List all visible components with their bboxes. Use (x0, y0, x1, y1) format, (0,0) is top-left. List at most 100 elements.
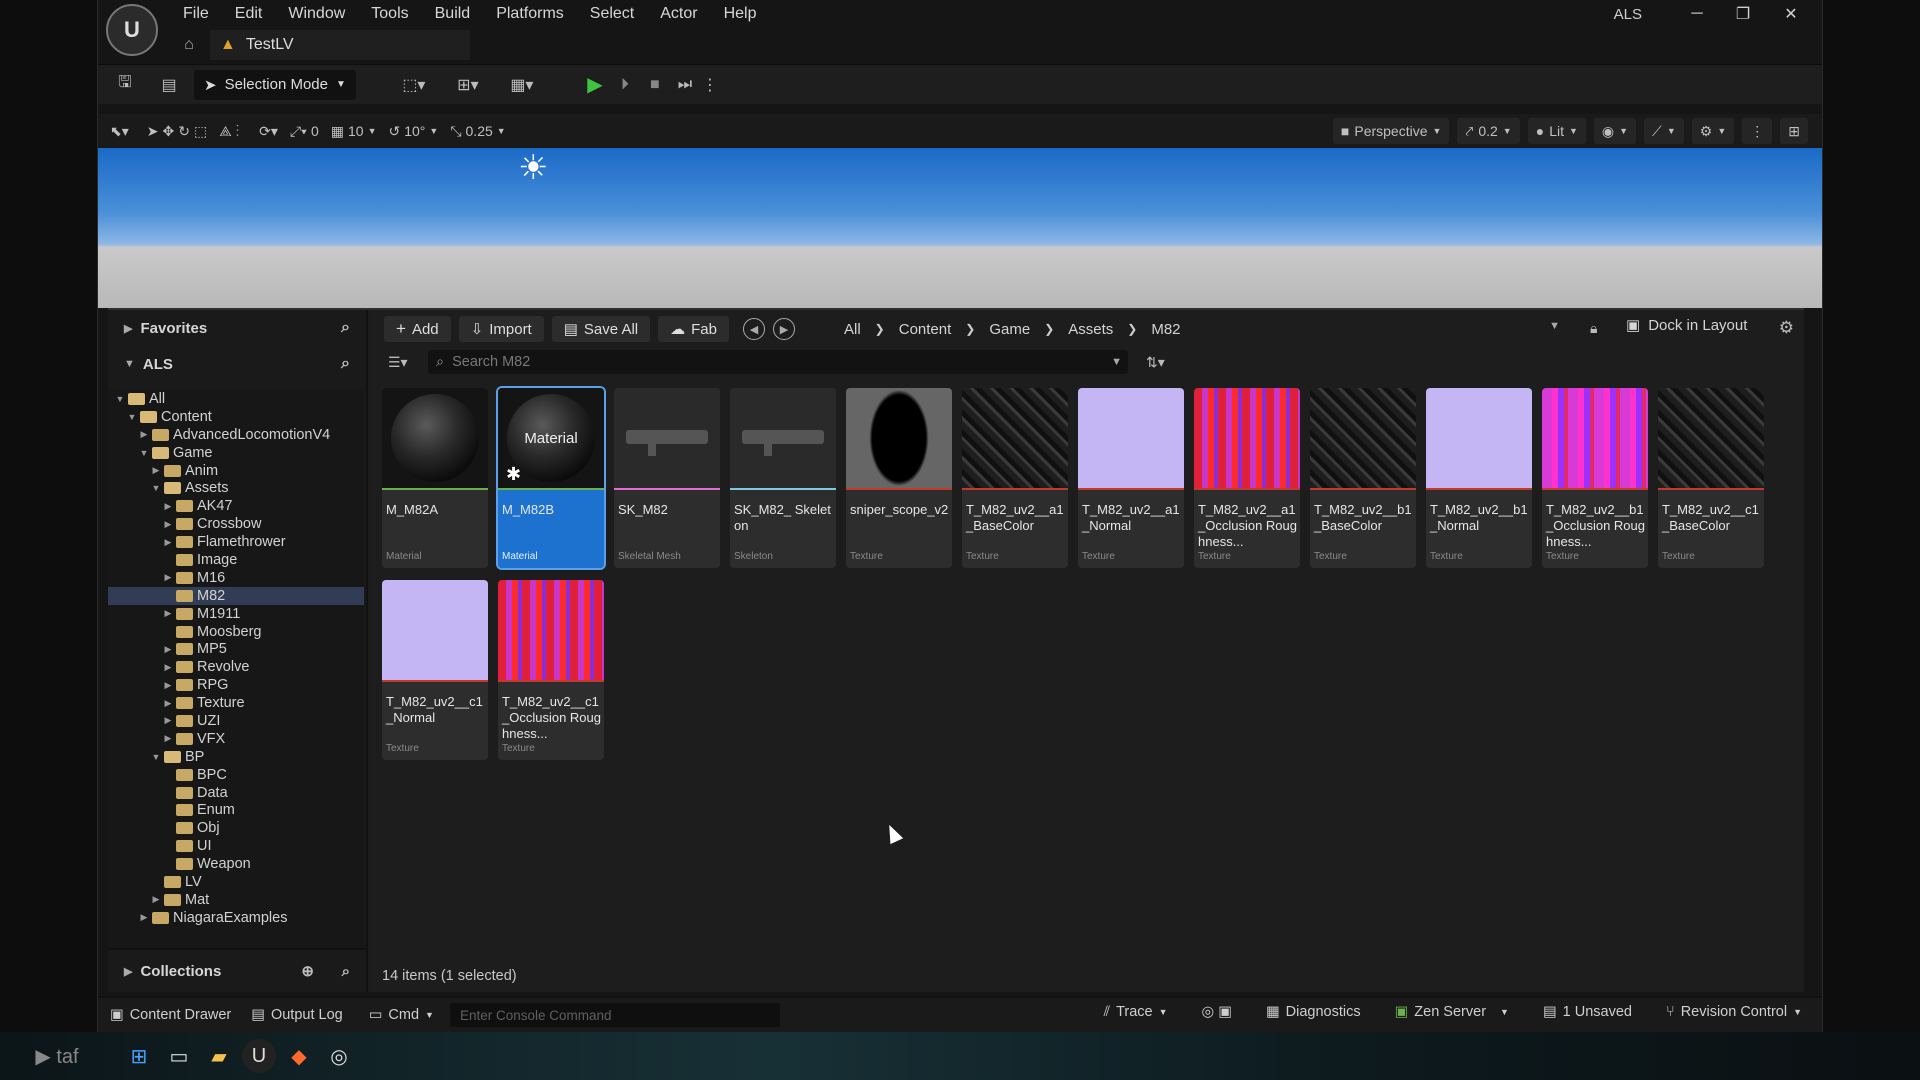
add-button[interactable]: + Add (384, 316, 451, 342)
folder-m1911[interactable]: ▶ M1911 (108, 605, 364, 623)
folder-bpc[interactable]: BPC (108, 766, 364, 784)
breadcrumb-game[interactable]: Game (989, 321, 1030, 338)
snap-angle-toggle[interactable]: ⤢▾ 0 (290, 123, 319, 140)
asset-tile[interactable]: SK_M82_ Skeleton Skeleton (730, 388, 836, 568)
home-icon[interactable]: ⌂ (174, 36, 204, 54)
pointer-icon[interactable]: ➤ (147, 123, 159, 140)
asset-tile[interactable]: T_M82_uv2__c1 _Occlusion Roughness... Tex… (498, 580, 604, 760)
save-all-button[interactable]: ▤ Save All (551, 316, 651, 342)
windows-start-icon[interactable]: ⊞ (122, 1039, 156, 1073)
folder-enum[interactable]: Enum (108, 801, 364, 819)
browse-icon[interactable]: ▤ (154, 70, 184, 100)
tree-toggle-icon[interactable]: ▼ (150, 752, 162, 762)
tree-toggle-icon[interactable]: ▶ (138, 429, 150, 440)
folder-ak47[interactable]: ▶ AK47 (108, 497, 364, 515)
tree-toggle-icon[interactable]: ▶ (162, 519, 174, 530)
stop-icon[interactable]: ■ (640, 70, 670, 100)
tree-toggle-icon[interactable]: ▶ (162, 680, 174, 691)
grid-snap[interactable]: ▦ 10 ▼ (331, 123, 377, 140)
asset-tile[interactable]: SK_M82 Skeletal Mesh (614, 388, 720, 568)
lock-icon[interactable]: 🔒︎ (1590, 320, 1597, 337)
menu-item-select[interactable]: Select (577, 4, 647, 24)
tree-toggle-icon[interactable]: ▼ (150, 483, 162, 493)
chevron-right-icon[interactable]: ❯ (1127, 322, 1137, 336)
tree-toggle-icon[interactable]: ▶ (162, 662, 174, 673)
folder-mat[interactable]: ▶ Mat (108, 891, 364, 909)
save-icon[interactable]: 🖫 (110, 70, 140, 100)
scale-icon[interactable]: ⬚ (194, 123, 207, 140)
asset-tile[interactable]: T_M82_uv2__a1 _BaseColor Texture (962, 388, 1068, 568)
folder-uzi[interactable]: ▶ UZI (108, 712, 364, 730)
tab-level[interactable]: ▲ TestLV (210, 30, 470, 60)
menu-item-actor[interactable]: Actor (647, 4, 710, 24)
dock-in-layout-button[interactable]: ▣ Dock in Layout (1626, 316, 1747, 335)
menu-item-window[interactable]: Window (275, 4, 358, 24)
fab-button[interactable]: ☁ Fab (658, 316, 729, 342)
chevron-right-icon[interactable]: ❯ (875, 322, 885, 336)
menu-item-platforms[interactable]: Platforms (483, 4, 577, 24)
add-collection-icon[interactable]: ⊕ (301, 962, 314, 980)
unsaved-button[interactable]: ▤ 1 Unsaved (1543, 1004, 1632, 1020)
breadcrumb-m82[interactable]: M82 (1151, 321, 1180, 338)
file-explorer-icon[interactable]: ▰ (202, 1039, 236, 1073)
camera-speed-dropdown[interactable]: ⤤ 0.2 ▼ (1457, 118, 1520, 144)
tree-toggle-icon[interactable]: ▶ (138, 912, 150, 923)
asset-tile[interactable]: T_M82_uv2__c1 _BaseColor Texture (1658, 388, 1764, 568)
trace-dropdown[interactable]: ⫽ Trace ▼ (1104, 1004, 1168, 1020)
perspective-dropdown[interactable]: ■ Perspective ▼ (1332, 118, 1450, 144)
minimize-icon[interactable]: ─ (1674, 0, 1720, 28)
rotate-icon[interactable]: ↻ (178, 123, 190, 140)
folder-rpg[interactable]: ▶ RPG (108, 676, 364, 694)
project-header[interactable]: ▼ ALS ⌕ (108, 346, 366, 382)
launch-icon[interactable]: ⏭ (670, 70, 700, 100)
viewport-more-icon[interactable]: ⋮ (1742, 118, 1773, 144)
asset-tile[interactable]: T_M82_uv2__b1 _Occlusion Roughness... Tex… (1542, 388, 1648, 568)
folder-m16[interactable]: ▶ M16 (108, 569, 364, 587)
close-icon[interactable]: ✕ (1768, 0, 1814, 28)
tree-toggle-icon[interactable]: ▶ (162, 733, 174, 744)
tree-toggle-icon[interactable]: ▶ (162, 608, 174, 619)
tree-toggle-icon[interactable]: ▶ (162, 698, 174, 709)
surface-snap-icon[interactable]: ⟁ ⋮ (219, 123, 239, 140)
select-icon[interactable]: ⬉▾ (110, 123, 129, 140)
folder-revolve[interactable]: ▶ Revolve (108, 658, 364, 676)
rotation-snap[interactable]: ↺ 10° ▼ (388, 123, 438, 140)
chevron-down-icon[interactable]: ▼ (1111, 356, 1122, 368)
folder-bp[interactable]: ▼ BP (108, 748, 364, 766)
folder-assets[interactable]: ▼ Assets (108, 479, 364, 497)
folder-image[interactable]: Image (108, 551, 364, 569)
folder-all[interactable]: ▼ All (108, 390, 364, 408)
show-dropdown[interactable]: ◉ ▼ (1593, 118, 1637, 144)
asset-tile[interactable]: sniper_scope_v2 Texture (846, 388, 952, 568)
folder-moosberg[interactable]: Moosberg (108, 623, 364, 641)
console-input[interactable]: Enter Console Command (449, 1003, 780, 1027)
cinematics-icon[interactable]: ▦▾ (500, 70, 544, 100)
folder-crossbow[interactable]: ▶ Crossbow (108, 515, 364, 533)
folder-ui[interactable]: UI (108, 837, 364, 855)
folder-anim[interactable]: ▶ Anim (108, 462, 364, 480)
sort-icon[interactable]: ⇅▾ (1146, 354, 1165, 371)
asset-tile[interactable]: T_M82_uv2__a1 _Normal Texture (1078, 388, 1184, 568)
lit-dropdown[interactable]: ● Lit ▼ (1527, 118, 1586, 144)
restore-icon[interactable]: ❐ (1720, 0, 1766, 28)
tree-toggle-icon[interactable]: ▶ (162, 715, 174, 726)
collections-header[interactable]: ▶ Collections ⊕ ⌕ (108, 948, 366, 992)
task-view-icon[interactable]: ▭ (162, 1039, 196, 1073)
favorites-header[interactable]: ▶ Favorites ⌕ (108, 310, 366, 346)
tree-toggle-icon[interactable]: ▶ (162, 501, 174, 512)
tree-toggle-icon[interactable]: ▼ (126, 412, 138, 422)
play-icon[interactable]: ▶ (580, 70, 610, 100)
search-icon[interactable]: ⌕ (341, 319, 350, 337)
folder-content[interactable]: ▼ Content (108, 408, 364, 426)
folder-niagaraexamples[interactable]: ▶ NiagaraExamples (108, 909, 364, 927)
record-icon[interactable]: ◎ ▣ (1202, 1004, 1232, 1020)
scale-snap[interactable]: ⤡ 0.25 ▼ (450, 123, 505, 140)
breadcrumb-all[interactable]: All (844, 321, 861, 338)
path-history-icon[interactable]: ▼ (1549, 320, 1560, 332)
asset-tile[interactable]: T_M82_uv2__b1 _Normal Texture (1426, 388, 1532, 568)
folder-obj[interactable]: Obj (108, 819, 364, 837)
menu-item-help[interactable]: Help (711, 4, 770, 24)
zen-server-dropdown[interactable]: ▣ Zen Server ▼ (1395, 1004, 1509, 1020)
app-icon[interactable]: ◎ (322, 1039, 356, 1073)
asset-tile[interactable]: M_M82A Material (382, 388, 488, 568)
